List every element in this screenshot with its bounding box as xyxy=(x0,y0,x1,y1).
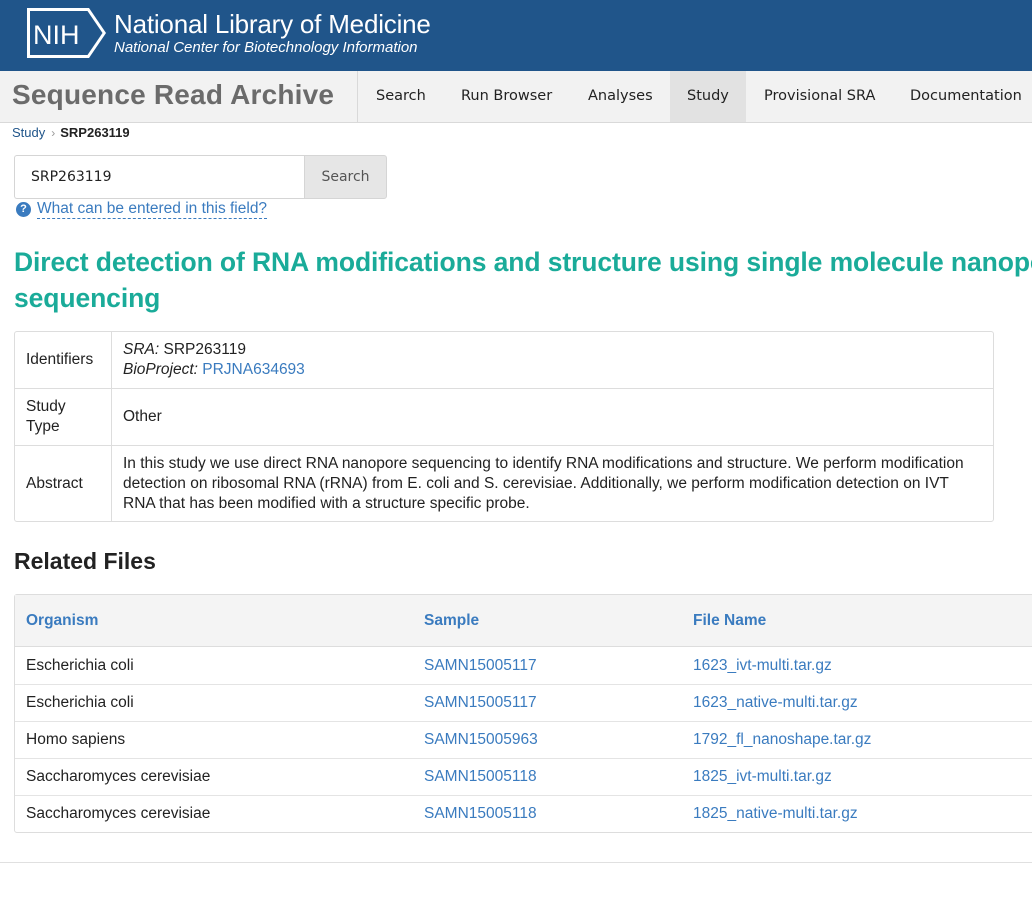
organism-cell: Homo sapiens xyxy=(26,731,126,748)
file-link[interactable]: 1825_ivt-multi.tar.gz xyxy=(693,768,1032,786)
page-title: Direct detection of RNA modifications an… xyxy=(14,247,1032,313)
study-type-value: Other xyxy=(123,408,162,425)
identifiers-label: Identifiers xyxy=(15,332,112,388)
table-row: Saccharomyces cerevisiae SAMN15005118 18… xyxy=(15,758,1032,795)
organism-cell: Escherichia coli xyxy=(26,694,134,711)
chevron-right-icon: › xyxy=(51,126,56,140)
nav-provisional-sra[interactable]: Provisional SRA xyxy=(746,71,893,122)
column-header-file-name[interactable]: File Name xyxy=(693,612,1032,630)
question-circle-icon: ? xyxy=(16,201,31,217)
nav-documentation[interactable]: Documentation xyxy=(893,71,1032,122)
nav-study[interactable]: Study xyxy=(670,71,746,122)
bioproject-label: BioProject: xyxy=(123,361,198,378)
table-row: Escherichia coli SAMN15005117 1623_nativ… xyxy=(15,684,1032,721)
identifiers-value: SRA: SRP263119 BioProject: PRJNA634693 xyxy=(112,332,993,388)
sra-identifier: SRA: SRP263119 xyxy=(123,340,982,360)
study-type-label: Study Type xyxy=(15,389,112,445)
breadcrumb: Study › SRP263119 xyxy=(12,125,130,140)
organism-cell: Saccharomyces cerevisiae xyxy=(26,768,211,785)
sample-link[interactable]: SAMN15005118 xyxy=(424,805,693,823)
related-files-heading: Related Files xyxy=(14,548,156,574)
footer-divider xyxy=(0,862,1032,863)
sra-nav-bar: Sequence Read Archive Search Run Browser… xyxy=(0,71,1032,123)
bioproject-link[interactable]: PRJNA634693 xyxy=(202,361,305,378)
search-button[interactable]: Search xyxy=(304,155,387,199)
abstract-label: Abstract xyxy=(15,446,112,521)
sample-link[interactable]: SAMN15005117 xyxy=(424,657,693,675)
file-link[interactable]: 1825_native-multi.tar.gz xyxy=(693,805,1032,823)
search-input[interactable] xyxy=(14,155,304,199)
abstract-value: In this study we use direct RNA nanopore… xyxy=(112,446,993,521)
sample-link[interactable]: SAMN15005117 xyxy=(424,694,693,712)
column-header-sample[interactable]: Sample xyxy=(424,612,693,630)
details-row-study-type: Study Type Other xyxy=(15,388,993,445)
table-row: Homo sapiens SAMN15005963 1792_fl_nanosh… xyxy=(15,721,1032,758)
search-help-link[interactable]: ? What can be entered in this field? xyxy=(16,199,268,219)
file-link[interactable]: 1792_fl_nanoshape.tar.gz xyxy=(693,731,1032,749)
nav-analyses[interactable]: Analyses xyxy=(571,71,670,122)
details-row-identifiers: Identifiers SRA: SRP263119 BioProject: P… xyxy=(15,332,993,388)
search-help-text[interactable]: What can be entered in this field? xyxy=(37,199,268,219)
main-nav: Search Run Browser Analyses Study Provis… xyxy=(357,71,1032,122)
column-header-organism[interactable]: Organism xyxy=(15,612,424,630)
sra-label: SRA: xyxy=(123,341,160,358)
related-files-table: Organism Sample File Name Escherichia co… xyxy=(14,594,1032,833)
bioproject-identifier: BioProject: PRJNA634693 xyxy=(123,360,982,380)
nav-run-browser[interactable]: Run Browser xyxy=(443,71,571,122)
abstract-text: In this study we use direct RNA nanopore… xyxy=(123,454,964,512)
study-details-table: Identifiers SRA: SRP263119 BioProject: P… xyxy=(14,331,994,522)
ncbi-subtitle[interactable]: National Center for Biotechnology Inform… xyxy=(114,39,418,56)
sample-link[interactable]: SAMN15005963 xyxy=(424,731,693,749)
table-row: Saccharomyces cerevisiae SAMN15005118 18… xyxy=(15,795,1032,832)
breadcrumb-current: SRP263119 xyxy=(60,125,130,140)
details-row-abstract: Abstract In this study we use direct RNA… xyxy=(15,445,993,521)
file-link[interactable]: 1623_ivt-multi.tar.gz xyxy=(693,657,1032,675)
sample-link[interactable]: SAMN15005118 xyxy=(424,768,693,786)
table-row: Escherichia coli SAMN15005117 1623_ivt-m… xyxy=(15,647,1032,684)
nlm-title[interactable]: National Library of Medicine xyxy=(114,9,431,40)
organism-cell: Escherichia coli xyxy=(26,656,134,674)
breadcrumb-study-link[interactable]: Study xyxy=(12,125,45,140)
file-link[interactable]: 1623_native-multi.tar.gz xyxy=(693,694,1032,712)
nih-logo-icon[interactable]: NIH xyxy=(27,8,106,58)
sra-title[interactable]: Sequence Read Archive xyxy=(12,79,334,111)
sra-accession: SRP263119 xyxy=(163,341,246,358)
organism-cell: Saccharomyces cerevisiae xyxy=(26,805,211,822)
nih-logo-text: NIH xyxy=(33,20,80,50)
table-header: Organism Sample File Name xyxy=(15,595,1032,647)
nih-header: NIH National Library of Medicine Nationa… xyxy=(0,0,1032,71)
nav-search[interactable]: Search xyxy=(358,71,443,122)
